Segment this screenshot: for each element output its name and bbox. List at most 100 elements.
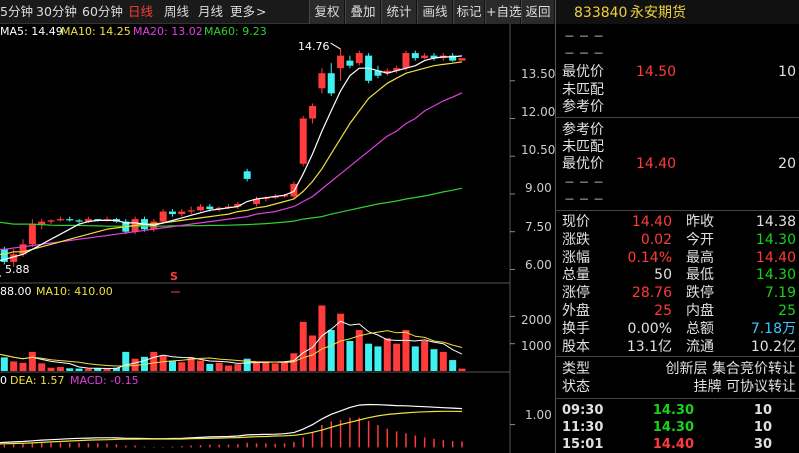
period-5min[interactable]: 5分钟 xyxy=(0,0,33,24)
volume-bar xyxy=(178,362,186,371)
volume-bar xyxy=(56,366,64,371)
ask-best-volume: 10 xyxy=(778,64,796,80)
add-watchlist-button[interactable]: +自选 xyxy=(485,0,521,24)
quote-label: 换手 xyxy=(562,320,590,337)
quote-value: 50 xyxy=(654,267,672,284)
ask-reference-label: 参考价 xyxy=(562,99,604,115)
quote-value: 25 xyxy=(778,303,796,319)
type-value: 创新层 集合竞价转让 xyxy=(665,361,796,377)
bid-unmatched-label: 未匹配 xyxy=(562,139,604,155)
period-daily[interactable]: 日线 xyxy=(128,0,156,24)
overlay-button[interactable]: 叠加 xyxy=(345,0,381,24)
toolbar: 5分钟 30分钟 60分钟 日线 周线 月线 更多 > 复权 叠加 统计 画线 … xyxy=(0,0,555,24)
candle-body xyxy=(243,171,251,179)
quote-value: 28.76 xyxy=(631,285,672,302)
volume-bar xyxy=(122,351,130,371)
quote-value: 7.18万 xyxy=(750,320,796,337)
low-arrow xyxy=(0,275,2,277)
status-label: 状态 xyxy=(562,379,590,395)
adjust-button[interactable]: 复权 xyxy=(309,0,345,24)
volume-bar xyxy=(225,365,232,371)
volume-bar xyxy=(458,368,466,371)
period-30min[interactable]: 30分钟 xyxy=(36,0,78,24)
period-more[interactable]: 更多 xyxy=(230,0,258,24)
quote-value: 0.00% xyxy=(627,320,672,337)
volume-bar xyxy=(374,346,382,371)
kline-chart[interactable] xyxy=(0,24,555,453)
volume-ma10-line xyxy=(0,330,463,367)
quote-label: 外盘 xyxy=(562,303,590,319)
back-button[interactable]: 返回 xyxy=(521,0,555,24)
draw-line-button[interactable]: 画线 xyxy=(417,0,453,24)
ma10-legend: MA10: 14.25 xyxy=(61,25,131,38)
quote-label: 涨幅 xyxy=(562,249,590,266)
ask-empty-row: － － － xyxy=(564,47,604,60)
info-divider xyxy=(556,356,799,357)
chevron-right-icon[interactable]: > xyxy=(256,0,266,24)
volume-bar xyxy=(19,362,27,371)
dif-legend: 0 xyxy=(0,374,7,387)
candle-body xyxy=(206,206,214,210)
ticks-divider xyxy=(556,398,799,399)
candle-body xyxy=(299,118,307,164)
quote-divider xyxy=(556,210,799,211)
price-tick: 12.00 xyxy=(521,105,556,119)
candle-body xyxy=(66,219,74,221)
volume-bar xyxy=(215,362,223,371)
quote-value: 14.30 xyxy=(755,231,796,248)
tick-price: 14.40 xyxy=(652,437,694,452)
volume-bar xyxy=(281,362,289,371)
volume-bar xyxy=(411,346,419,371)
candle-body xyxy=(402,53,410,69)
volume-bar xyxy=(346,340,354,371)
period-monthly[interactable]: 月线 xyxy=(198,0,226,24)
quote-label: 涨停 xyxy=(562,285,590,302)
macd-tick: 1.00 xyxy=(525,408,552,422)
price-tick: 9.00 xyxy=(525,181,552,195)
volume-bar xyxy=(168,360,176,371)
volume-bar xyxy=(365,343,373,371)
quote-label: 最高 xyxy=(686,249,714,266)
period-weekly[interactable]: 周线 xyxy=(164,0,192,24)
bid-best-price: 14.40 xyxy=(636,156,677,172)
candle-body xyxy=(28,224,36,245)
volume-tick: 2000 xyxy=(521,313,552,327)
candle-body xyxy=(411,53,419,59)
volume-bar xyxy=(38,363,46,371)
quote-label: 内盘 xyxy=(686,303,714,319)
quote-label: 现价 xyxy=(562,214,590,230)
volume-bar xyxy=(10,361,18,371)
candle-body xyxy=(187,210,195,212)
volume-bar xyxy=(66,368,74,371)
ask-empty-row: － － － xyxy=(564,30,604,43)
quote-label: 总量 xyxy=(562,267,590,284)
type-label: 类型 xyxy=(562,361,590,377)
price-tick: 6.00 xyxy=(525,258,552,272)
volume-bar xyxy=(159,355,167,371)
mark-button[interactable]: 标记 xyxy=(453,0,485,24)
period-60min[interactable]: 60分钟 xyxy=(82,0,124,24)
tick-time: 11:30 xyxy=(562,420,604,435)
status-value: 挂牌 可协议转让 xyxy=(693,379,796,395)
volume-bar xyxy=(262,362,270,371)
quote-value: 14.30 xyxy=(755,267,796,284)
volume-bar xyxy=(449,360,457,371)
volume-bar xyxy=(393,343,401,371)
tick-price: 14.30 xyxy=(652,420,694,435)
ma60-legend: MA60: 9.23 xyxy=(204,25,267,38)
candle-body xyxy=(178,211,186,215)
volume-bar xyxy=(421,340,429,371)
volume-bar xyxy=(402,330,410,371)
ma5-legend: MA5: 14.49 xyxy=(0,25,63,38)
stock-name: 永安期货 xyxy=(630,5,686,21)
candle-body xyxy=(196,206,204,211)
volume-bar xyxy=(84,368,92,371)
candle-body xyxy=(346,60,354,66)
signal-marker: S xyxy=(170,270,178,283)
ma5-line xyxy=(0,55,463,262)
quote-value: 0.14% xyxy=(627,249,672,266)
candle-body xyxy=(421,55,429,59)
kline-chart-area[interactable]: MA5: 14.49 MA10: 14.25 MA20: 13.02 MA60:… xyxy=(0,24,555,453)
stats-button[interactable]: 统计 xyxy=(381,0,417,24)
dif-line xyxy=(0,403,463,444)
